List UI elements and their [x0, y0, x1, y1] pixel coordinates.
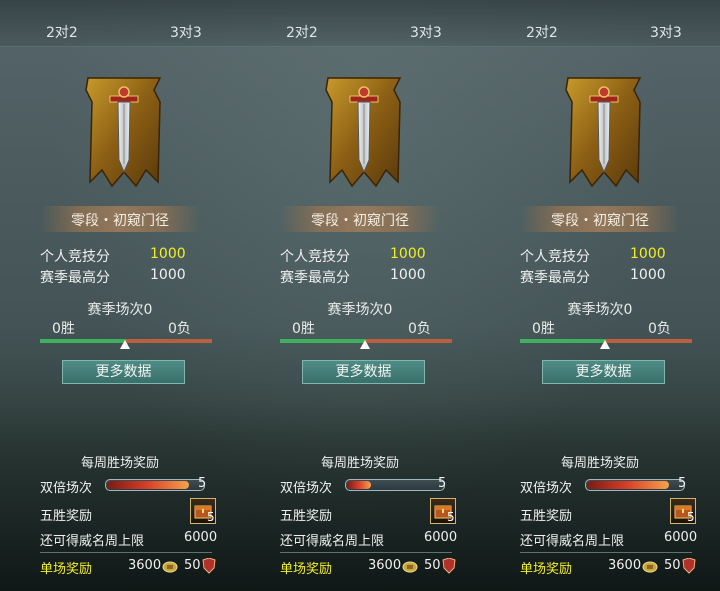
five-win-count: 5 [207, 510, 215, 524]
single-match-reward-label: 单场奖励 [520, 562, 573, 577]
personal-score-label: 个人竞技分 [280, 249, 350, 265]
losses-count: 0负 [408, 321, 431, 337]
double-matches-fill [347, 481, 371, 489]
single-fame-value: 50 [664, 558, 681, 573]
double-matches-bar [345, 479, 445, 491]
losses-count: 0负 [648, 321, 671, 337]
season-high-value: 1000 [630, 267, 666, 283]
rank-name: 零段・初窥门径 [71, 213, 169, 229]
tab-2v2[interactable]: 2对2 [286, 22, 318, 42]
double-matches-fill [587, 481, 669, 489]
fame-cap-label: 还可得威名周上限 [40, 534, 145, 549]
rank-name: 零段・初窥门径 [551, 213, 649, 229]
single-gold-value: 3600 [128, 558, 162, 573]
weekly-rewards-title: 每周胜场奖励 [80, 456, 159, 471]
personal-score-label: 个人竞技分 [40, 249, 110, 265]
personal-score-value: 1000 [150, 246, 186, 262]
more-data-button[interactable]: 更多数据 [302, 360, 425, 384]
sword-banner-icon [325, 77, 402, 188]
season-matches: 赛季场次0 [87, 302, 153, 318]
five-win-count: 5 [687, 510, 695, 524]
divider [40, 552, 212, 553]
sword-banner-icon [565, 77, 642, 188]
season-matches: 赛季场次0 [567, 302, 633, 318]
gold-coin-icon [642, 561, 658, 573]
fame-shield-icon [202, 558, 216, 574]
single-fame-value: 50 [424, 558, 441, 573]
fame-cap-value: 6000 [664, 530, 698, 545]
tab-3v3[interactable]: 3对3 [650, 22, 682, 42]
fame-shield-icon [682, 558, 696, 574]
fame-shield-icon [442, 558, 456, 574]
rank-name: 零段・初窥门径 [311, 213, 409, 229]
wins-count: 0胜 [52, 321, 75, 337]
fame-cap-value: 6000 [424, 530, 458, 545]
single-gold-value: 3600 [368, 558, 402, 573]
season-high-label: 赛季最高分 [280, 270, 350, 286]
mode-tabs: 2对2 3对3 [480, 0, 720, 47]
tab-2v2[interactable]: 2对2 [526, 22, 558, 42]
double-matches-fill [107, 481, 189, 489]
five-win-reward-label: 五胜奖励 [40, 509, 93, 524]
weekly-rewards-title: 每周胜场奖励 [320, 456, 399, 471]
win-marker-icon [120, 340, 130, 349]
wins-count: 0胜 [532, 321, 555, 337]
tab-3v3[interactable]: 3对3 [410, 22, 442, 42]
double-matches-bar [105, 479, 205, 491]
fame-cap-label: 还可得威名周上限 [280, 534, 385, 549]
losses-count: 0负 [168, 321, 191, 337]
season-high-label: 赛季最高分 [520, 270, 590, 286]
personal-score-label: 个人竞技分 [520, 249, 590, 265]
season-matches: 赛季场次0 [327, 302, 393, 318]
personal-score-value: 1000 [390, 246, 426, 262]
win-marker-icon [600, 340, 610, 349]
sword-banner-icon [85, 77, 162, 188]
double-matches-value: 5 [678, 476, 687, 491]
double-matches-label: 双倍场次 [520, 481, 573, 496]
more-data-button[interactable]: 更多数据 [542, 360, 665, 384]
double-matches-bar [585, 479, 685, 491]
gold-coin-icon [162, 561, 178, 573]
five-win-reward-label: 五胜奖励 [520, 509, 573, 524]
double-matches-value: 5 [198, 476, 207, 491]
wins-count: 0胜 [292, 321, 315, 337]
fame-cap-label: 还可得威名周上限 [520, 534, 625, 549]
single-fame-value: 50 [184, 558, 201, 573]
win-marker-icon [360, 340, 370, 349]
mode-tabs: 2对2 3对3 [0, 0, 240, 47]
arena-panel-2: 2对2 3对3 零段・初窥门径 个人竞技分 1000 赛季最高分 1000 赛季… [240, 0, 480, 591]
mode-tabs: 2对2 3对3 [240, 0, 480, 47]
season-high-label: 赛季最高分 [40, 270, 110, 286]
single-match-reward-label: 单场奖励 [280, 562, 333, 577]
double-matches-value: 5 [438, 476, 447, 491]
double-matches-label: 双倍场次 [40, 481, 93, 496]
divider [280, 552, 452, 553]
arena-panel-3: 2对2 3对3 零段・初窥门径 个人竞技分 1000 赛季最高分 1000 赛季… [480, 0, 720, 591]
five-win-count: 5 [447, 510, 455, 524]
arena-panel-1: 2对2 3对3 零段・初窥门径 个人竞技分 1000 赛季最高分 1000 赛季… [0, 0, 240, 591]
tab-3v3[interactable]: 3对3 [170, 22, 202, 42]
more-data-button[interactable]: 更多数据 [62, 360, 185, 384]
season-high-value: 1000 [390, 267, 426, 283]
gold-coin-icon [402, 561, 418, 573]
five-win-reward-label: 五胜奖励 [280, 509, 333, 524]
weekly-rewards-title: 每周胜场奖励 [560, 456, 639, 471]
double-matches-label: 双倍场次 [280, 481, 333, 496]
single-gold-value: 3600 [608, 558, 642, 573]
single-match-reward-label: 单场奖励 [40, 562, 93, 577]
tab-2v2[interactable]: 2对2 [46, 22, 78, 42]
divider [520, 552, 692, 553]
fame-cap-value: 6000 [184, 530, 218, 545]
personal-score-value: 1000 [630, 246, 666, 262]
season-high-value: 1000 [150, 267, 186, 283]
